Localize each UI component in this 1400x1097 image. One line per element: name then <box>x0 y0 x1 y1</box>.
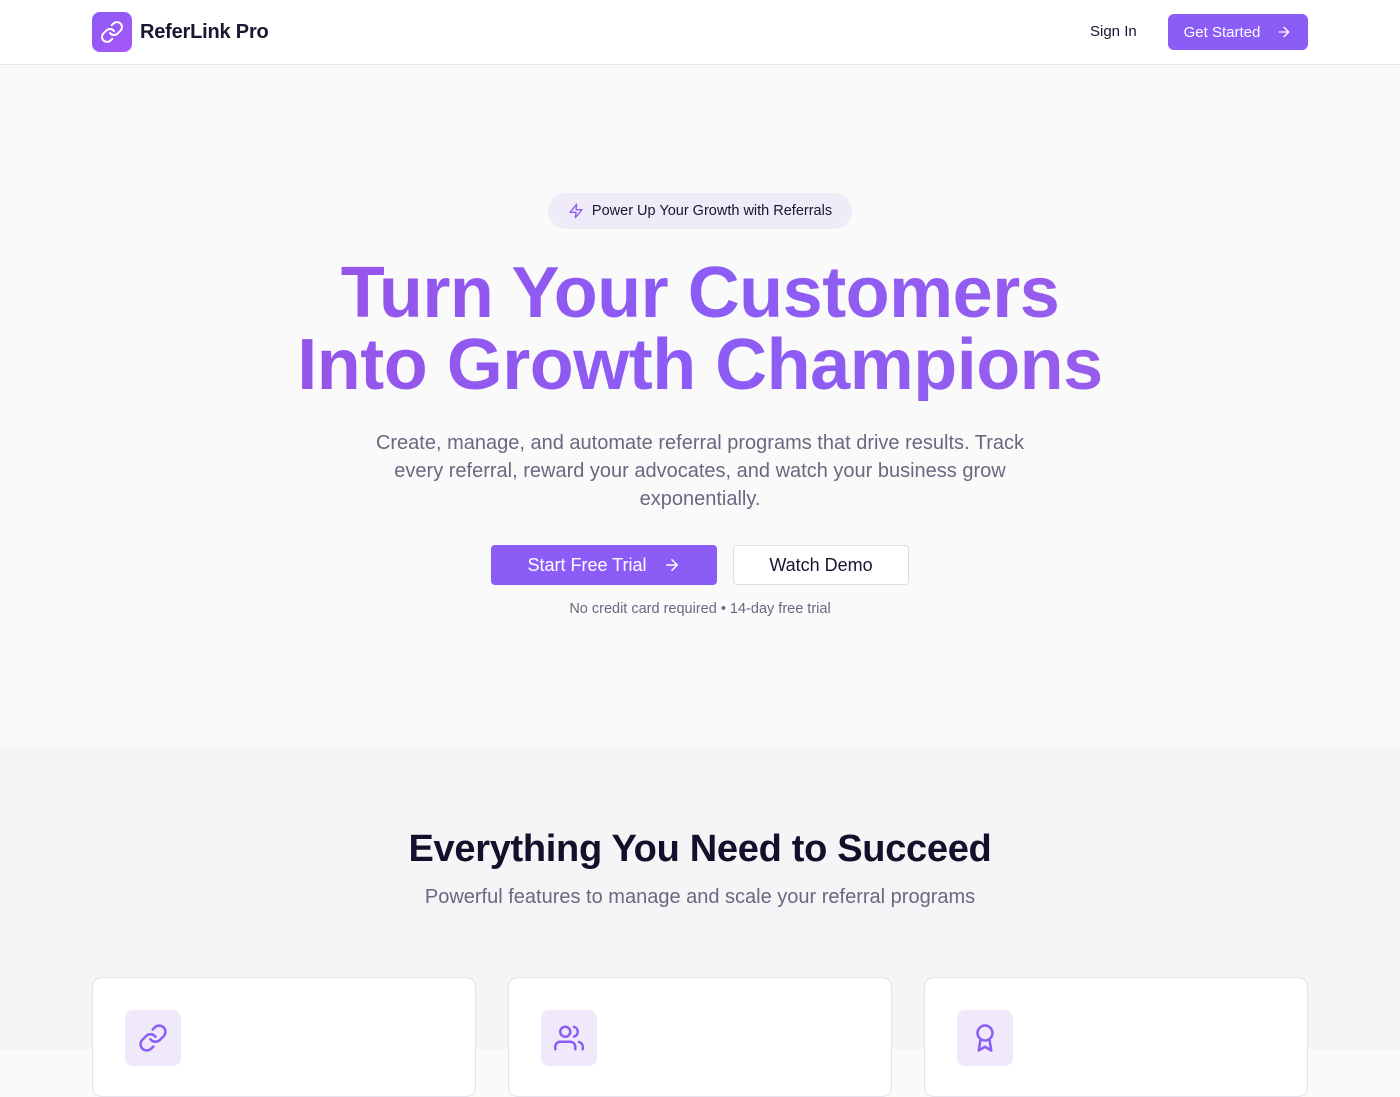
features-title: Everything You Need to Succeed <box>408 828 992 870</box>
sign-in-button[interactable]: Sign In <box>1078 20 1149 44</box>
feature-card <box>92 977 476 1097</box>
award-icon <box>957 1010 1013 1066</box>
hero-subtitle: Create, manage, and automate referral pr… <box>375 432 1025 510</box>
hero-title: Turn Your Customers Into Growth Champion… <box>0 257 1400 401</box>
top-navbar: ReferLink Pro Sign In Get Started <box>0 0 1400 65</box>
link-icon <box>125 1010 181 1066</box>
features-subtitle: Powerful features to manage and scale yo… <box>424 886 976 908</box>
arrow-right-icon <box>1279 26 1290 38</box>
hero-title-line1: Turn Your Customers <box>340 253 1060 333</box>
link-icon <box>92 12 132 52</box>
hero-title-line2: Into Growth Champions <box>297 325 1103 405</box>
brand-name: ReferLink Pro <box>140 20 269 43</box>
start-free-trial-button[interactable]: Start Free Trial <box>491 545 717 585</box>
features-section: Everything You Need to Succeed Powerful … <box>0 748 1400 1097</box>
brand[interactable]: ReferLink Pro <box>92 12 269 52</box>
lightning-icon <box>569 203 583 219</box>
arrow-right-icon <box>665 559 678 571</box>
hero-badge-text: Power Up Your Growth with Referrals <box>591 203 833 219</box>
watch-demo-button[interactable]: Watch Demo <box>733 545 909 585</box>
start-free-trial-label: Start Free Trial <box>527 554 647 575</box>
get-started-label: Get Started <box>1183 23 1261 41</box>
hero-section: Power Up Your Growth with Referrals Turn… <box>0 65 1400 748</box>
trial-note: No credit card required • 14-day free tr… <box>569 601 831 617</box>
feature-card <box>924 977 1308 1097</box>
users-icon <box>541 1010 597 1066</box>
feature-card <box>508 977 892 1097</box>
hero-badge: Power Up Your Growth with Referrals <box>548 193 852 229</box>
get-started-button[interactable]: Get Started <box>1168 14 1308 50</box>
